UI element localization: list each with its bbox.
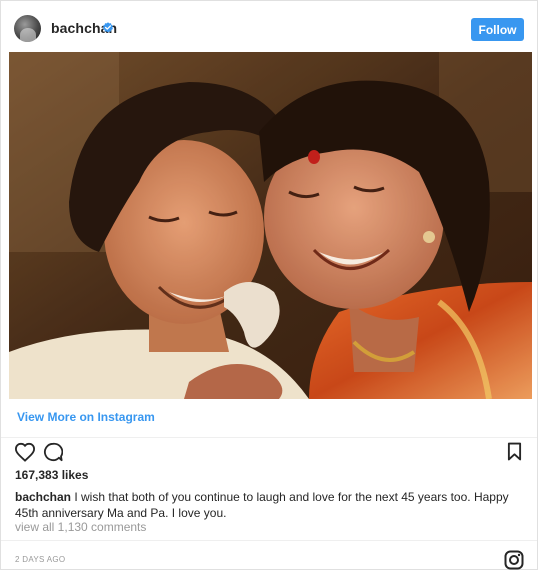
view-comments-link[interactable]: view all 1,130 comments (15, 520, 146, 534)
post-header: bachchan Follow (1, 1, 537, 56)
caption-text: I wish that both of you continue to laug… (15, 490, 509, 520)
caption: bachchan I wish that both of you continu… (15, 489, 525, 521)
bookmark-icon[interactable] (507, 442, 522, 461)
view-more-link[interactable]: View More on Instagram (17, 410, 155, 424)
instagram-logo-icon[interactable] (504, 550, 524, 570)
view-more-row: View More on Instagram (1, 399, 537, 438)
instagram-embed-card: bachchan Follow View More on Instagram 1… (0, 0, 538, 570)
follow-button[interactable]: Follow (471, 18, 524, 41)
comment-icon[interactable] (43, 442, 63, 462)
likes-count[interactable]: 167,383 likes (15, 468, 88, 482)
post-footer: 2 DAYS AGO (1, 540, 537, 572)
post-photo (9, 52, 532, 399)
timestamp: 2 DAYS AGO (15, 555, 66, 564)
verified-badge-icon (103, 22, 113, 33)
heart-icon[interactable] (14, 442, 36, 462)
avatar[interactable] (14, 15, 41, 42)
post-image[interactable] (9, 52, 532, 399)
action-bar (1, 439, 537, 469)
caption-username[interactable]: bachchan (15, 490, 71, 504)
